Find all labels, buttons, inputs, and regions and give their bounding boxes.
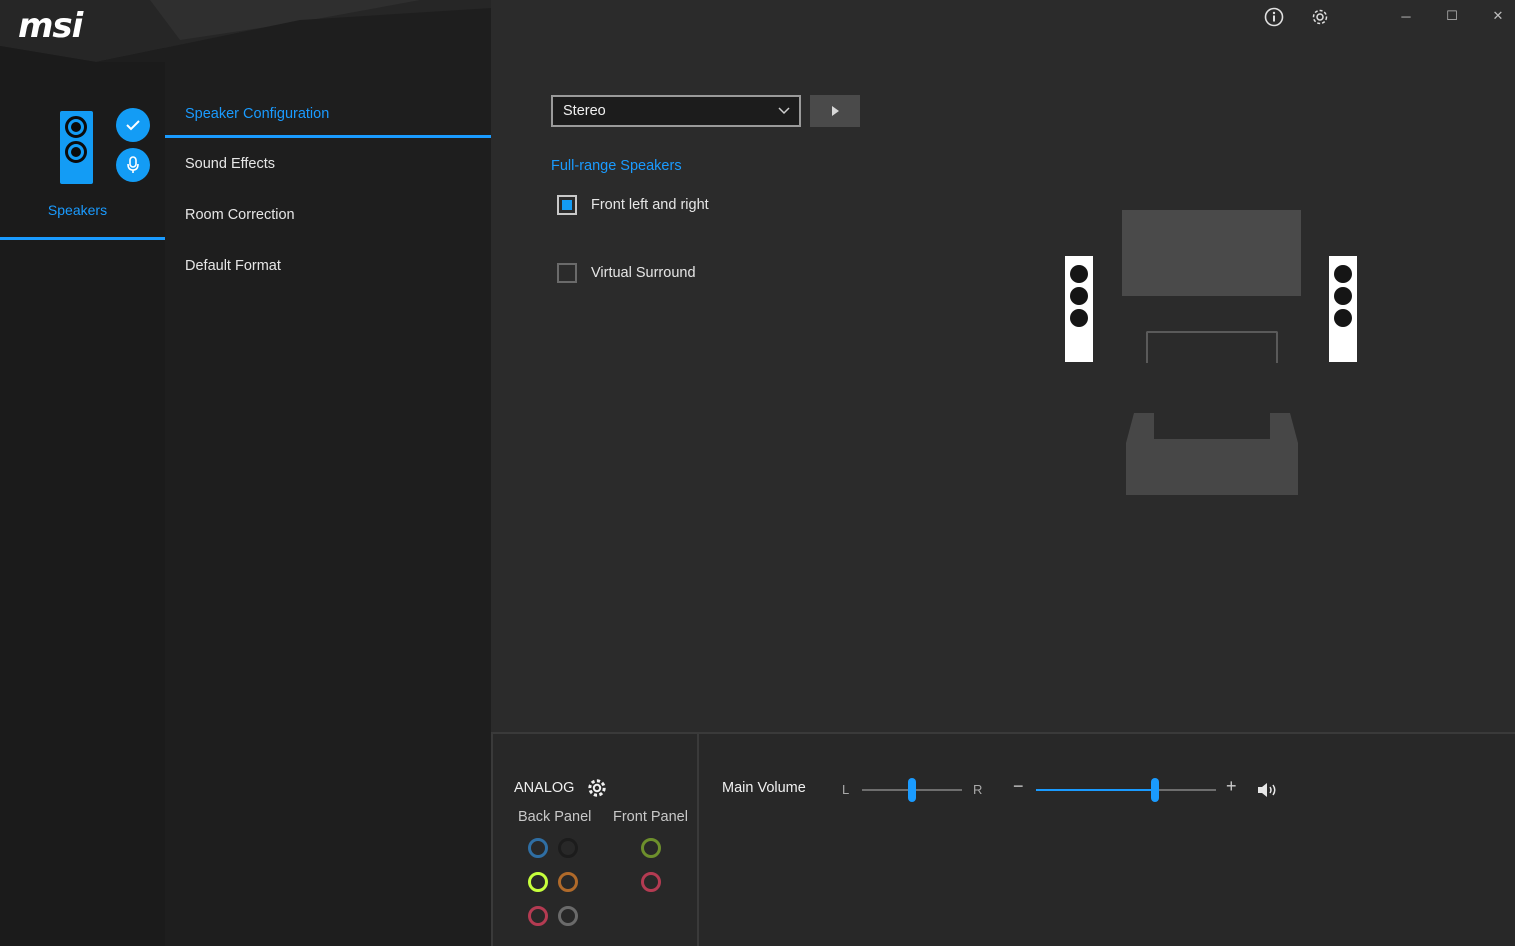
front-left-right-option[interactable]: Front left and right	[557, 195, 709, 215]
sofa-icon	[1126, 413, 1298, 495]
virtual-surround-checkbox[interactable]	[557, 263, 577, 283]
volume-increase-button[interactable]: +	[1226, 776, 1237, 797]
option-label: Front left and right	[591, 197, 709, 213]
test-play-button[interactable]	[810, 95, 860, 127]
back-jack-black[interactable]	[558, 838, 578, 858]
balance-slider-thumb[interactable]	[908, 778, 916, 802]
nav-label: Speaker Configuration	[185, 106, 330, 122]
front-left-speaker-icon[interactable]	[1065, 256, 1093, 362]
balance-left-label: L	[842, 782, 850, 797]
nav-label: Sound Effects	[185, 156, 276, 172]
logo-band: msi	[0, 0, 491, 62]
nav-default-format[interactable]: Default Format	[165, 242, 491, 290]
close-button[interactable]: ✕	[1486, 5, 1510, 27]
main-volume-label: Main Volume	[722, 780, 806, 796]
front-right-speaker-icon[interactable]	[1329, 256, 1357, 362]
gear-icon[interactable]	[1309, 6, 1331, 28]
tv-screen-icon	[1122, 210, 1301, 296]
front-jack-green[interactable]	[641, 838, 661, 858]
volume-slider-fill	[1036, 789, 1155, 791]
nav-speaker-configuration[interactable]: Speaker Configuration	[165, 90, 491, 138]
play-icon	[832, 106, 839, 116]
check-icon	[116, 108, 150, 142]
back-jack-blue[interactable]	[528, 838, 548, 858]
back-jack-gray[interactable]	[558, 906, 578, 926]
analog-title: ANALOG	[514, 780, 575, 796]
speaker-mode-select[interactable]: Stereo	[551, 95, 801, 127]
volume-decrease-button[interactable]: −	[1013, 776, 1024, 797]
speaker-device-icon	[60, 111, 93, 184]
maximize-button[interactable]: ☐	[1440, 5, 1464, 27]
speaker-volume-icon[interactable]	[1257, 781, 1279, 799]
device-speakers-tile[interactable]: Speakers	[0, 100, 165, 240]
balance-right-label: R	[973, 782, 983, 797]
nav-label: Default Format	[185, 258, 281, 274]
back-jack-orange[interactable]	[558, 872, 578, 892]
speaker-mode-value: Stereo	[563, 103, 606, 119]
option-label: Virtual Surround	[591, 265, 696, 281]
back-panel-label: Back Panel	[518, 809, 592, 825]
nav-sound-effects[interactable]: Sound Effects	[165, 140, 491, 188]
nav-room-correction[interactable]: Room Correction	[165, 191, 491, 239]
bottom-bar: ANALOG Back Panel Front Panel Main Volum…	[491, 732, 1515, 946]
info-icon[interactable]	[1263, 6, 1285, 28]
settings-nav: Speaker Configuration Sound Effects Room…	[165, 62, 491, 946]
virtual-surround-option[interactable]: Virtual Surround	[557, 263, 696, 283]
back-jack-green[interactable]	[528, 872, 548, 892]
minimize-button[interactable]: ─	[1394, 5, 1418, 27]
table-icon	[1146, 331, 1278, 363]
front-panel-label: Front Panel	[613, 809, 688, 825]
front-left-right-checkbox[interactable]	[557, 195, 577, 215]
microphone-icon	[116, 148, 150, 182]
volume-slider-thumb[interactable]	[1150, 778, 1159, 802]
device-label: Speakers	[47, 202, 108, 218]
msi-logo: msi	[18, 6, 83, 46]
analog-settings-gear-icon[interactable]	[586, 777, 608, 799]
nav-label: Room Correction	[185, 207, 295, 223]
chevron-down-icon	[778, 107, 790, 115]
full-range-section-title: Full-range Speakers	[551, 158, 682, 174]
front-jack-pink[interactable]	[641, 872, 661, 892]
device-active-underline	[0, 237, 165, 240]
analog-panel: ANALOG Back Panel Front Panel	[491, 734, 699, 946]
back-jack-pink[interactable]	[528, 906, 548, 926]
